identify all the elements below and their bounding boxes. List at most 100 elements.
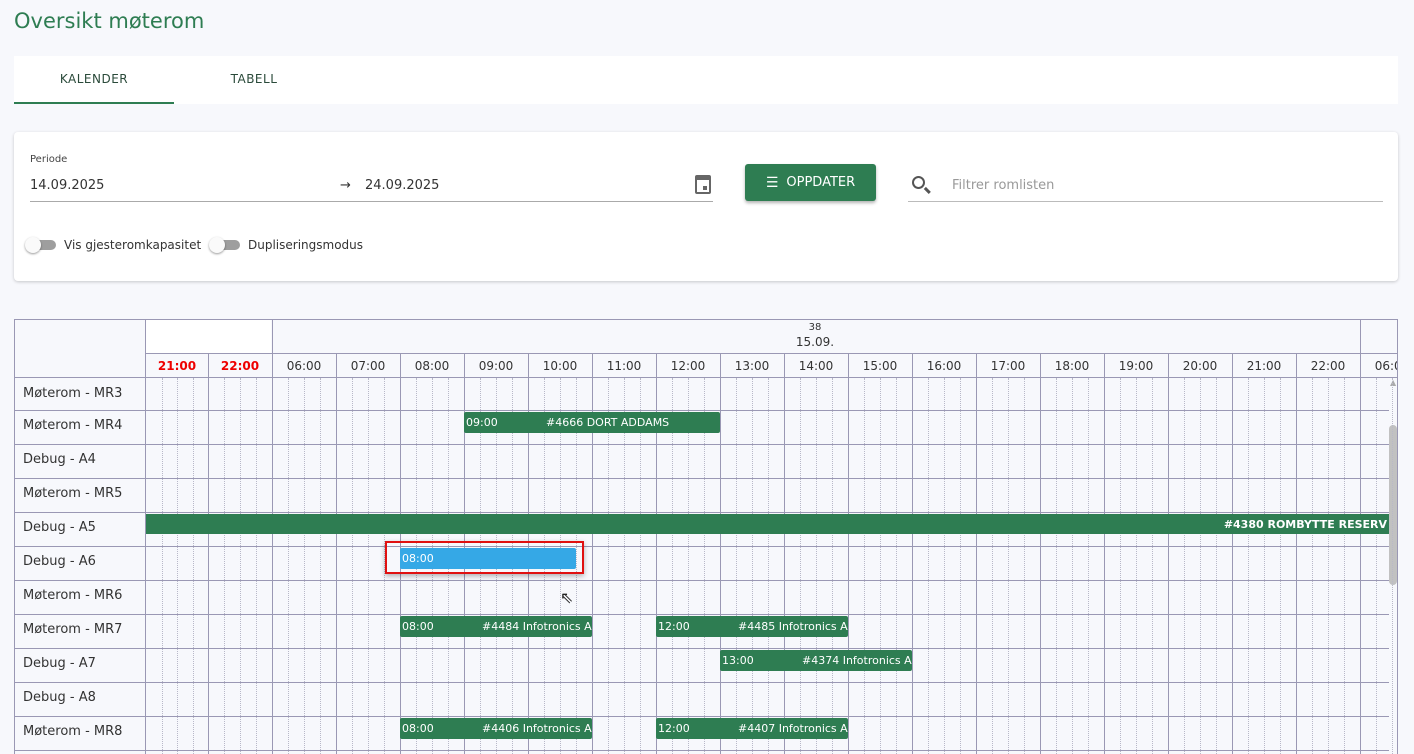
booking-bar[interactable]: 12:00 #4485 Infotronics AS (656, 616, 848, 637)
room-label: Møterom - MR3 (23, 386, 123, 401)
quarter-line (1072, 378, 1073, 754)
quarter-line (672, 378, 673, 754)
row-divider (15, 716, 1389, 717)
hour-header: 20:00 (1182, 359, 1218, 373)
room-label: Møterom - MR4 (23, 418, 123, 433)
booking-time: 08:00 (402, 620, 434, 633)
booking-title: #4406 Infotronics AS (482, 722, 592, 735)
search-icon (912, 176, 925, 189)
guest-capacity-toggle[interactable]: Vis gjesteromkapasitet (25, 237, 201, 253)
tab-kalender[interactable]: KALENDER (14, 56, 174, 104)
quarter-line (960, 378, 961, 754)
hour-header: 19:00 (1118, 359, 1154, 373)
period-label: Periode (30, 154, 68, 165)
quarter-line (800, 378, 801, 754)
hour-header: 11:00 (606, 359, 642, 373)
hour-line (336, 353, 337, 754)
booking-bar[interactable]: 13:00 #4374 Infotronics AS (720, 650, 912, 671)
row-divider (15, 478, 1389, 479)
duplication-mode-toggle[interactable]: Dupliseringsmodus (209, 237, 363, 253)
label-column-divider (145, 320, 146, 754)
hour-header: 18:00 (1054, 359, 1090, 373)
quarter-line (1136, 378, 1137, 754)
quarter-line (640, 378, 641, 754)
quarter-line (832, 378, 833, 754)
quarter-line (1392, 378, 1393, 754)
tab-bar: KALENDER TABELL (14, 56, 1398, 104)
quarter-line (1328, 378, 1329, 754)
hour-header: 21:00 (1246, 359, 1282, 373)
row-divider (15, 682, 1389, 683)
quarter-line (752, 378, 753, 754)
hour-line (784, 353, 785, 754)
hour-header: 09:00 (478, 359, 514, 373)
quarter-line (928, 378, 929, 754)
hour-line (976, 353, 977, 754)
day-date: 15.09. (795, 335, 835, 349)
quarter-line (1376, 378, 1377, 754)
quarter-line (880, 378, 881, 754)
quarter-line (368, 378, 369, 754)
booking-bar[interactable]: 09:00 #4666 DORT ADDAMS (464, 412, 720, 433)
quarter-line (1264, 378, 1265, 754)
hour-line (912, 353, 913, 754)
update-button[interactable]: ☰ OPPDATER (745, 164, 876, 201)
room-label: Debug - A8 (23, 690, 96, 705)
hour-line (1040, 353, 1041, 754)
quarter-line (177, 378, 178, 754)
room-label: Debug - A6 (23, 554, 96, 569)
quarter-line (736, 378, 737, 754)
arrow-icon: → (340, 178, 351, 193)
vertical-scrollbar[interactable] (1389, 425, 1397, 585)
hour-line (272, 320, 273, 754)
list-icon: ☰ (765, 174, 779, 191)
booking-time: 13:00 (722, 654, 754, 667)
booking-bar[interactable]: 12:00 #4407 Infotronics AS (656, 718, 848, 739)
hour-header: 21:00 (157, 359, 197, 373)
quarter-line (1056, 378, 1057, 754)
cursor-icon: ⇖ (560, 588, 574, 607)
quarter-line (1200, 378, 1201, 754)
quarter-line (192, 378, 194, 754)
scroll-up-icon[interactable]: ▲ (1390, 378, 1396, 387)
booking-bar[interactable]: 08:00 #4406 Infotronics AS (400, 718, 592, 739)
booking-title: #4484 Infotronics AS (482, 620, 592, 633)
row-divider (15, 614, 1389, 615)
quarter-line (1312, 378, 1313, 754)
row-divider (15, 410, 1389, 411)
booking-time: 08:00 (402, 722, 434, 735)
booking-bar[interactable]: #4380 ROMBYTTE RESERV (146, 514, 1389, 534)
room-label: Møterom - MR6 (23, 588, 123, 603)
booking-title: #4407 Infotronics AS (738, 722, 848, 735)
period-field[interactable]: 14.09.2025 → 24.09.2025 (30, 172, 713, 202)
hour-line (1168, 353, 1169, 754)
toggle-switch[interactable] (209, 237, 240, 253)
hour-header: 06:00 (1374, 359, 1397, 373)
hour-line (848, 353, 849, 754)
hour-line (1104, 353, 1105, 754)
hour-header: 14:00 (798, 359, 834, 373)
filter-card: Periode 14.09.2025 → 24.09.2025 ☰ OPPDAT… (14, 132, 1398, 281)
quarter-line (1088, 378, 1089, 754)
quarter-line (161, 378, 163, 754)
booking-time: 09:00 (466, 416, 498, 429)
hour-header: 15:00 (862, 359, 898, 373)
quarter-line (608, 378, 609, 754)
calendar-icon[interactable] (695, 175, 711, 194)
to-date[interactable]: 24.09.2025 (365, 178, 439, 193)
tab-tabell[interactable]: TABELL (174, 56, 334, 104)
toggle-switch[interactable] (25, 237, 56, 253)
room-label: Møterom - MR8 (23, 724, 123, 739)
quarter-line (864, 378, 865, 754)
from-date[interactable]: 14.09.2025 (30, 178, 104, 193)
selection-highlight (385, 541, 584, 574)
week-number: 38 (808, 322, 822, 333)
room-filter-input[interactable]: Filtrer romlisten (908, 172, 1383, 202)
room-calendar: 38 15.09. ▲ Møterom - MR3 Møterom - MR4 De… (14, 319, 1398, 754)
quarter-line (688, 378, 689, 754)
booking-time: 12:00 (658, 620, 690, 633)
quarter-line (320, 378, 321, 754)
hour-header: 16:00 (926, 359, 962, 373)
quarter-line (1344, 378, 1345, 754)
booking-bar[interactable]: 08:00 #4484 Infotronics AS (400, 616, 592, 637)
